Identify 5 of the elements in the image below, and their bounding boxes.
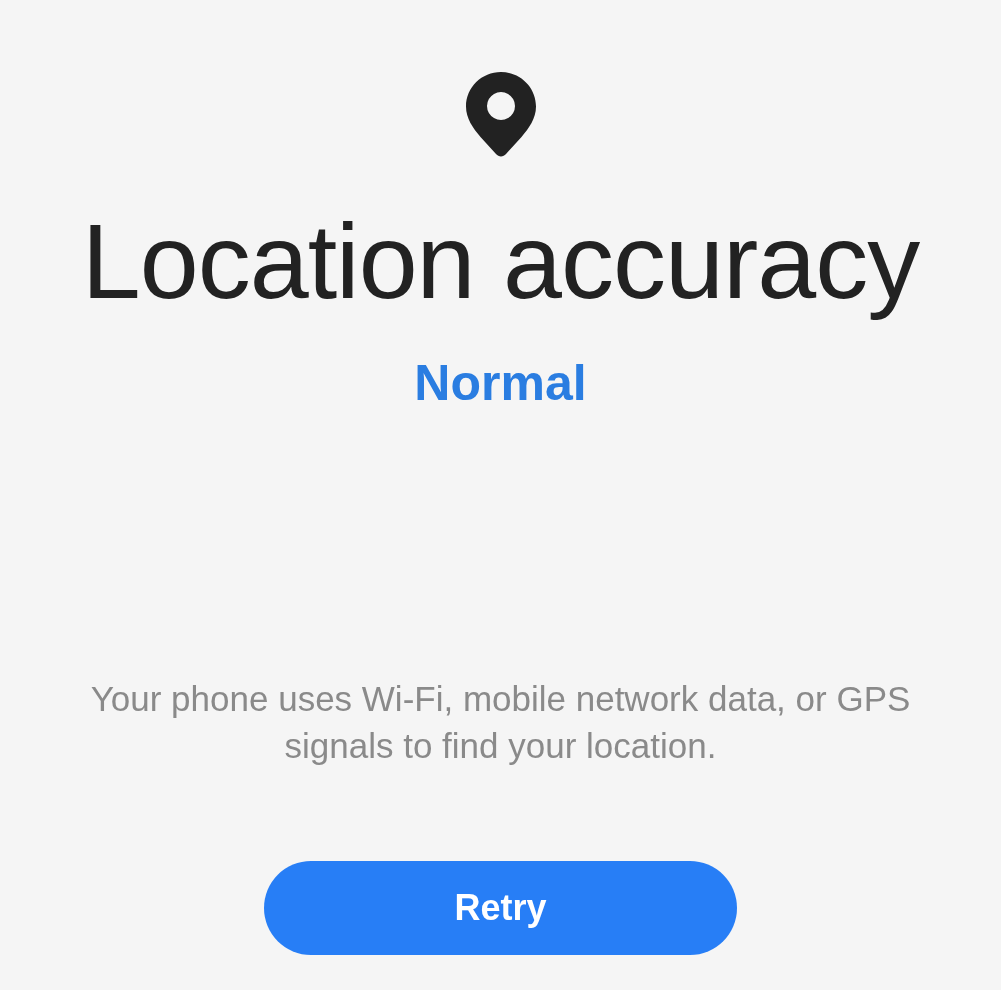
page-title: Location accuracy [81, 201, 920, 322]
description-text: Your phone uses Wi-Fi, mobile network data, or GPS signals to find your location. [89, 678, 912, 768]
location-pin-icon [465, 72, 536, 158]
retry-button[interactable]: Retry [264, 861, 737, 956]
accuracy-mode-value: Normal [414, 354, 587, 414]
